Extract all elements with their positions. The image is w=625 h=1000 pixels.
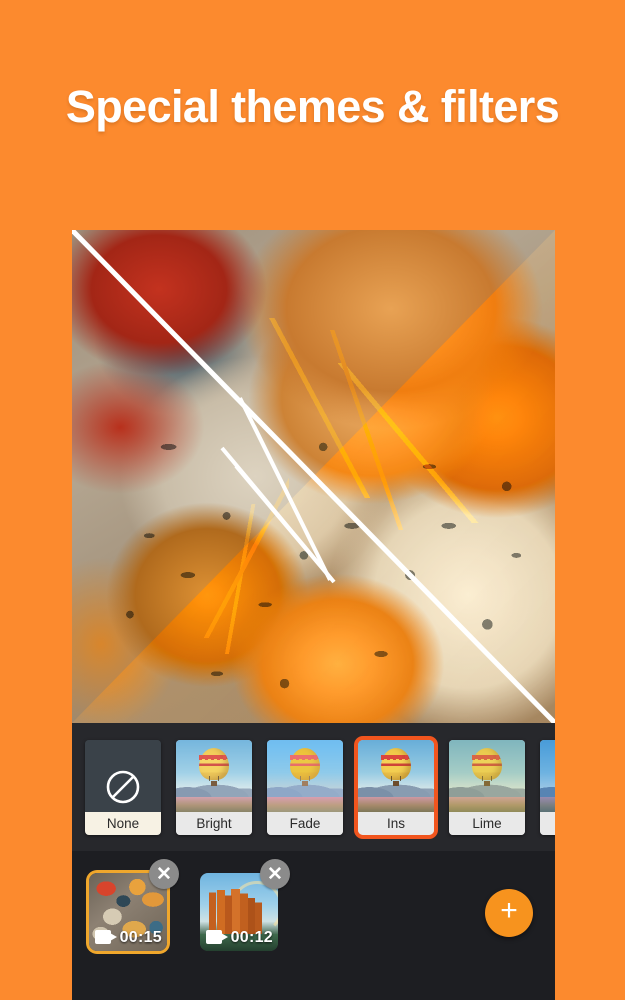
filter-label: Ins bbox=[358, 811, 434, 835]
filter-label: Lime bbox=[449, 811, 525, 835]
filter-strip[interactable]: None Bright Fade Ins Lime bbox=[72, 723, 555, 851]
clip-duration: 00:15 bbox=[119, 929, 162, 946]
balloon-thumbnail bbox=[176, 739, 252, 812]
clip-close-icon[interactable]: ✕ bbox=[260, 859, 290, 889]
video-preview[interactable] bbox=[72, 230, 555, 723]
filter-label: Fade bbox=[267, 811, 343, 835]
split-divider-icon bbox=[72, 230, 555, 723]
balloon-thumbnail bbox=[358, 739, 434, 812]
balloon-thumbnail bbox=[540, 739, 555, 812]
balloon-thumbnail bbox=[267, 739, 343, 812]
filter-tile-fade[interactable]: Fade bbox=[267, 739, 343, 835]
filter-label: Bright bbox=[176, 811, 252, 835]
filter-tile-bright[interactable]: Bright bbox=[176, 739, 252, 835]
filter-label: Ocean bbox=[540, 811, 555, 835]
clip-close-icon[interactable]: ✕ bbox=[149, 859, 179, 889]
video-camera-icon bbox=[95, 930, 117, 944]
filter-tile-ocean[interactable]: Ocean bbox=[540, 739, 555, 835]
balloon-thumbnail bbox=[449, 739, 525, 812]
page-title: Special themes & filters bbox=[65, 81, 560, 132]
filter-tile-none[interactable]: None bbox=[85, 739, 161, 835]
clip-duration: 00:12 bbox=[230, 929, 273, 946]
video-camera-icon bbox=[206, 930, 228, 944]
filter-label: None bbox=[85, 811, 161, 835]
filter-tile-lime[interactable]: Lime bbox=[449, 739, 525, 835]
app-screen: None Bright Fade Ins Lime 00:15 ✕ 00:12 … bbox=[72, 230, 555, 1000]
add-clip-button[interactable]: + bbox=[485, 889, 533, 937]
filter-tile-ins[interactable]: Ins bbox=[358, 739, 434, 835]
plus-icon: + bbox=[500, 894, 518, 927]
clip-timeline[interactable]: 00:15 ✕ 00:12 ✕ + bbox=[72, 851, 555, 1000]
